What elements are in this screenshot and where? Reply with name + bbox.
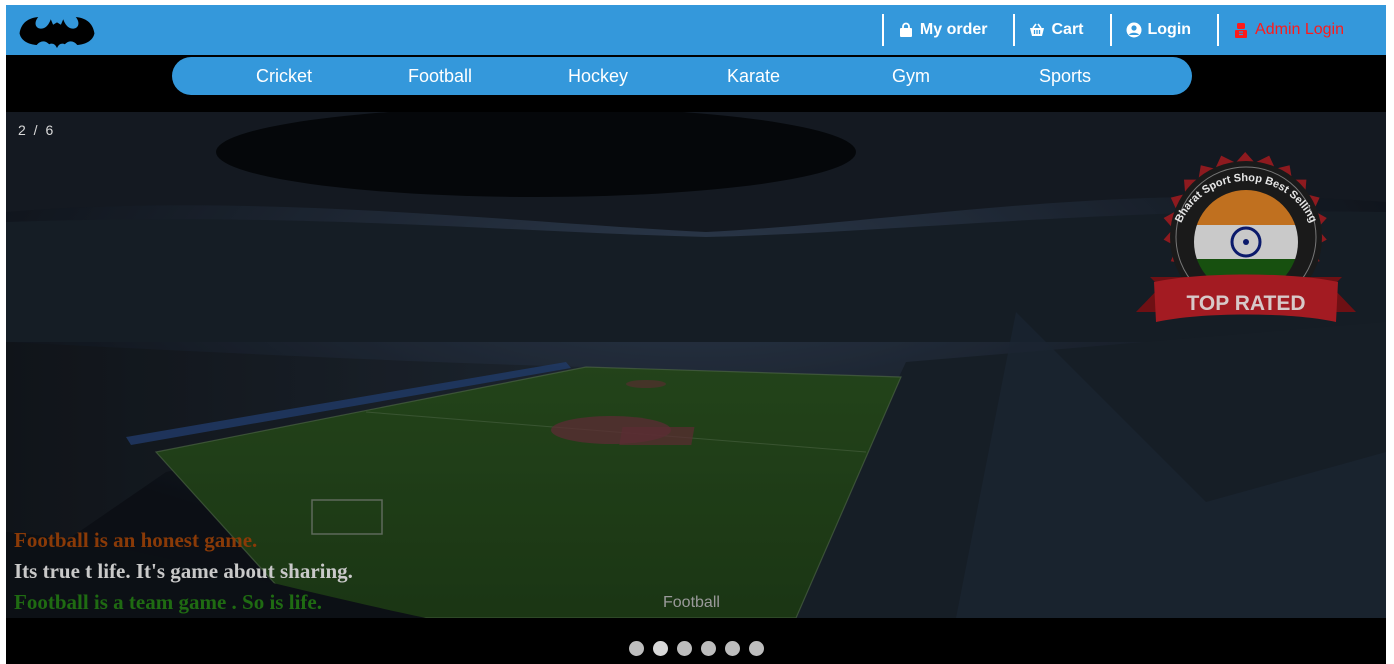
category-cricket[interactable]: Cricket xyxy=(256,57,312,95)
slider-dot-6[interactable] xyxy=(748,641,764,656)
slide-caption-1: Football is an honest game. xyxy=(14,528,258,552)
slider-dot-2[interactable] xyxy=(652,641,668,656)
slider-dot-3[interactable] xyxy=(676,641,692,656)
admin-login-label: Admin Login xyxy=(1255,21,1344,38)
badge-ribbon-text: TOP RATED xyxy=(1186,292,1305,315)
category-karate[interactable]: Karate xyxy=(727,57,780,95)
top-bar: My order Cart Login Admin Login xyxy=(6,5,1386,55)
slider-dots xyxy=(6,641,1386,661)
shopping-bag-icon xyxy=(899,22,912,37)
basket-icon xyxy=(1030,23,1045,36)
admin-login-link[interactable]: Admin Login xyxy=(1217,14,1386,46)
slide-counter: 2 / 6 xyxy=(18,122,56,138)
cart-link[interactable]: Cart xyxy=(1013,14,1109,46)
login-label: Login xyxy=(1147,21,1192,38)
user-circle-icon xyxy=(1126,22,1141,38)
slider-dot-4[interactable] xyxy=(700,641,716,656)
cart-label: Cart xyxy=(1051,21,1084,38)
category-sports[interactable]: Sports xyxy=(1039,57,1091,95)
slider-dot-1[interactable] xyxy=(628,641,644,656)
admin-user-icon xyxy=(1235,23,1248,38)
my-order-label: My order xyxy=(919,21,988,38)
slide-caption-2: Its true t life. It's game about sharing… xyxy=(14,559,353,583)
image-slider[interactable]: 2 / 6 Bharat Sport Shop Best Selling TOP… xyxy=(6,112,1386,618)
top-nav: My order Cart Login Admin Login xyxy=(881,5,1386,55)
batman-logo-icon[interactable] xyxy=(18,13,96,49)
category-nav: Cricket Football Hockey Karate Gym Sport… xyxy=(172,57,1192,95)
top-rated-badge: Bharat Sport Shop Best Selling TOP RATED xyxy=(1136,152,1356,322)
slider-dot-5[interactable] xyxy=(724,641,740,656)
category-hockey[interactable]: Hockey xyxy=(568,57,628,95)
my-order-link[interactable]: My order xyxy=(881,14,1014,46)
category-gym[interactable]: Gym xyxy=(892,57,930,95)
slide-caption-3: Football is a team game . So is life. xyxy=(14,590,322,614)
login-link[interactable]: Login xyxy=(1109,14,1218,46)
slide-label: Football xyxy=(663,594,720,611)
category-football[interactable]: Football xyxy=(408,57,472,95)
page-frame: My order Cart Login Admin Login Cricket … xyxy=(6,5,1386,664)
